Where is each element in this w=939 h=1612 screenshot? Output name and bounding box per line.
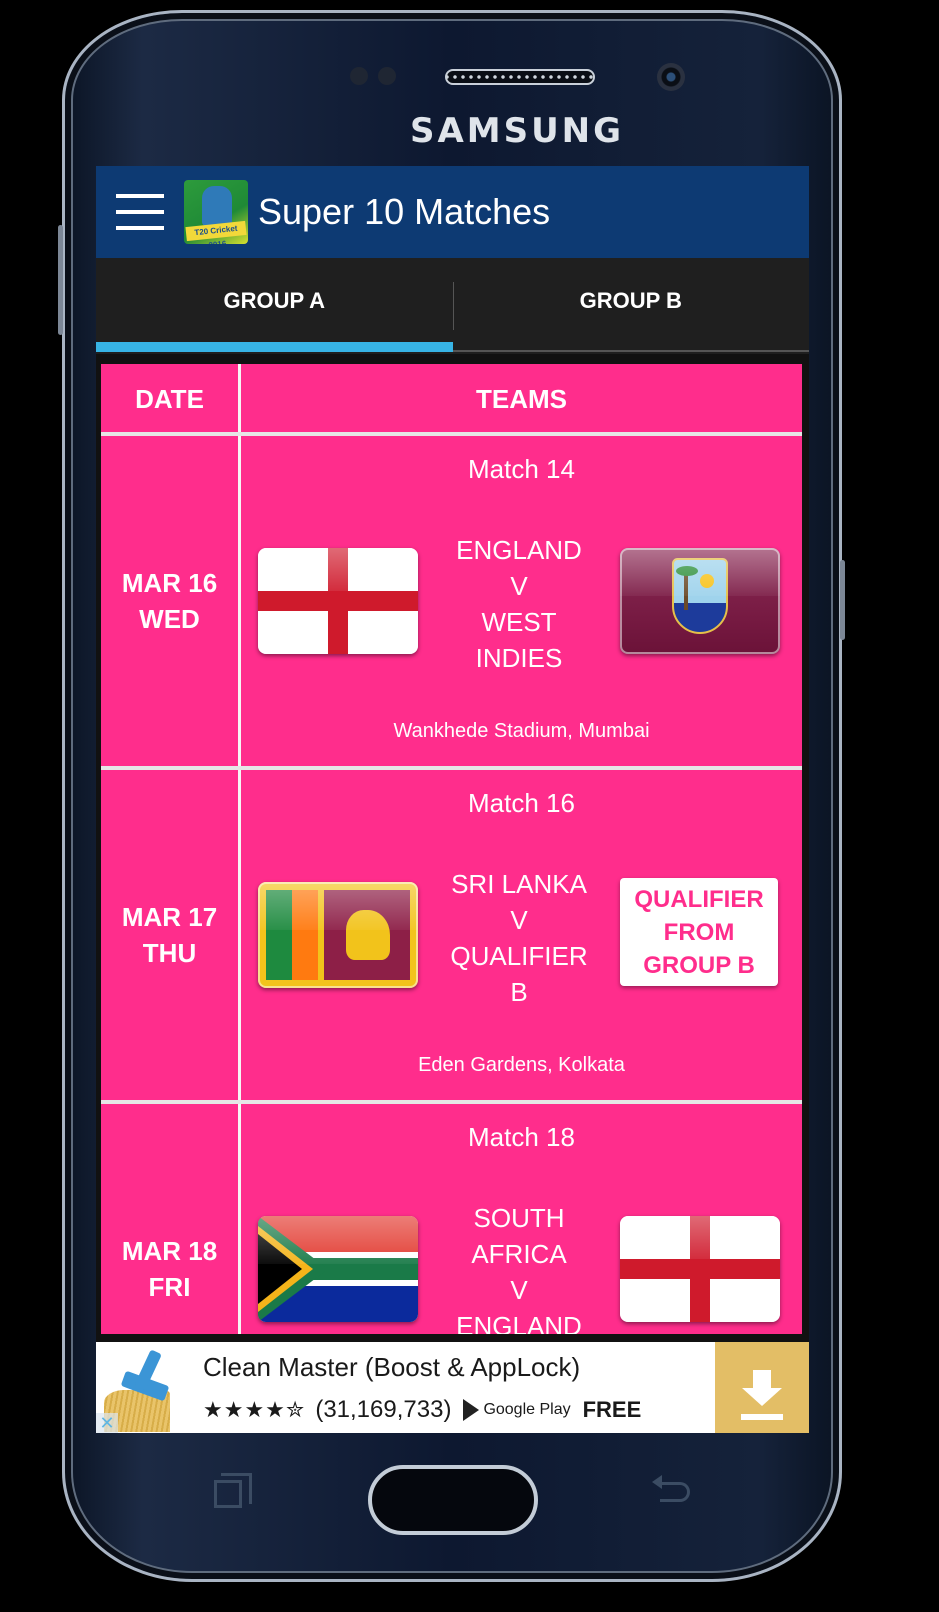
badge-line: GROUP B	[643, 951, 755, 979]
tab-selected-indicator	[96, 342, 453, 352]
team1-name-line1: SOUTH	[473, 1203, 565, 1233]
ad-title[interactable]: Clean Master (Boost & AppLock)	[203, 1352, 580, 1383]
tab-group-a[interactable]: GROUP A	[96, 258, 453, 344]
venue: Eden Gardens, Kolkata	[418, 1054, 625, 1076]
header-teams: TEAMS	[476, 383, 567, 414]
match-number: Match 18	[468, 1122, 575, 1152]
badge-line: FROM	[663, 918, 735, 946]
table-row[interactable]: MAR 16 WED Match 14 ENGLAND V WEST INDIE…	[101, 436, 802, 766]
versus-label: V	[510, 571, 528, 601]
team1-name-line2: AFRICA	[471, 1239, 567, 1269]
versus-label: V	[510, 905, 528, 935]
app-bar: T20 Cricket 2016 Super 10 Matches	[96, 166, 809, 258]
matches-table[interactable]: DATE TEAMS MAR 16 WED Match 14 ENGLAND V…	[101, 364, 802, 1334]
team2-name-line1: QUALIFIER	[450, 941, 588, 971]
team1-name: ENGLAND	[456, 535, 582, 565]
badge-line: QUALIFIER	[634, 885, 764, 913]
home-button[interactable]	[368, 1465, 538, 1535]
west-indies-flag-icon	[620, 548, 780, 654]
volume-button	[58, 225, 63, 335]
date-cell: MAR 18 FRI	[101, 1104, 238, 1334]
sri-lanka-flag-icon	[258, 882, 418, 988]
download-button[interactable]	[715, 1342, 809, 1433]
team2-name-line2: B	[510, 977, 528, 1007]
rating-count: (31,169,733)	[315, 1396, 452, 1423]
google-play-icon	[463, 1399, 480, 1421]
recent-apps-icon[interactable]	[214, 1473, 252, 1508]
screen: T20 Cricket 2016 Super 10 Matches GROUP …	[96, 166, 809, 1433]
rating-stars-icon: ★★★★✮	[203, 1397, 306, 1422]
team2-name: ENGLAND	[456, 1311, 582, 1334]
back-icon[interactable]	[652, 1475, 690, 1502]
table-row[interactable]: MAR 17 THU Match 16 SRI LANKA V QUALIFIE…	[101, 770, 802, 1100]
light-sensor	[378, 67, 396, 85]
match-date: MAR 16	[121, 568, 218, 598]
team2-name-line2: INDIES	[475, 643, 563, 673]
power-button	[840, 560, 845, 640]
qualifier-badge: QUALIFIER FROM GROUP B	[620, 878, 778, 986]
device-brand: SAMSUNG	[409, 111, 625, 151]
table-header: DATE TEAMS	[101, 364, 802, 434]
header-date: DATE	[135, 383, 204, 414]
match-day: FRI	[148, 1272, 191, 1302]
ad-meta: ★★★★✮ (31,169,733) Google Play FREE	[203, 1396, 641, 1424]
date-cell: MAR 17 THU	[101, 770, 238, 1100]
app-logo: T20 Cricket 2016	[184, 180, 248, 244]
fixture-text: SRI LANKA V QUALIFIER B	[421, 866, 617, 1010]
earpiece-speaker	[445, 69, 595, 85]
match-date: MAR 18	[121, 1236, 218, 1266]
group-tabs: GROUP A GROUP B	[96, 258, 809, 354]
team2-name-line1: WEST	[481, 607, 557, 637]
close-icon[interactable]: ✕	[96, 1413, 118, 1433]
england-flag-icon	[258, 548, 418, 654]
cricketer-icon	[202, 186, 232, 226]
table-row[interactable]: MAR 18 FRI Match 18 SOUTH AFRICA V ENGLA…	[101, 1104, 802, 1334]
proximity-sensor	[350, 67, 368, 85]
england-flag-icon	[620, 1216, 780, 1322]
front-camera-icon	[657, 63, 685, 91]
south-africa-flag-icon	[258, 1216, 418, 1322]
price-label: FREE	[582, 1397, 642, 1422]
fixture-text: ENGLAND V WEST INDIES	[421, 532, 617, 676]
match-day: THU	[142, 938, 197, 968]
match-number: Match 16	[468, 788, 575, 818]
versus-label: V	[510, 1275, 528, 1305]
store-name: Google Play	[483, 1401, 571, 1418]
logo-text: T20 Cricket 2016	[185, 220, 247, 244]
team1-name: SRI LANKA	[451, 869, 587, 899]
tab-group-b[interactable]: GROUP B	[453, 258, 810, 344]
page-title: Super 10 Matches	[258, 191, 551, 232]
match-day: WED	[139, 604, 200, 634]
fixture-text: SOUTH AFRICA V ENGLAND	[421, 1200, 617, 1334]
match-date: MAR 17	[121, 902, 218, 932]
ad-banner[interactable]: ✕ Clean Master (Boost & AppLock) ★★★★✮ (…	[96, 1342, 809, 1433]
hamburger-menu-icon[interactable]	[116, 194, 164, 230]
venue: Wankhede Stadium, Mumbai	[393, 720, 650, 742]
match-number: Match 14	[468, 454, 575, 484]
tab-underline	[452, 350, 809, 352]
date-cell: MAR 16 WED	[101, 436, 238, 766]
download-icon	[753, 1370, 771, 1390]
